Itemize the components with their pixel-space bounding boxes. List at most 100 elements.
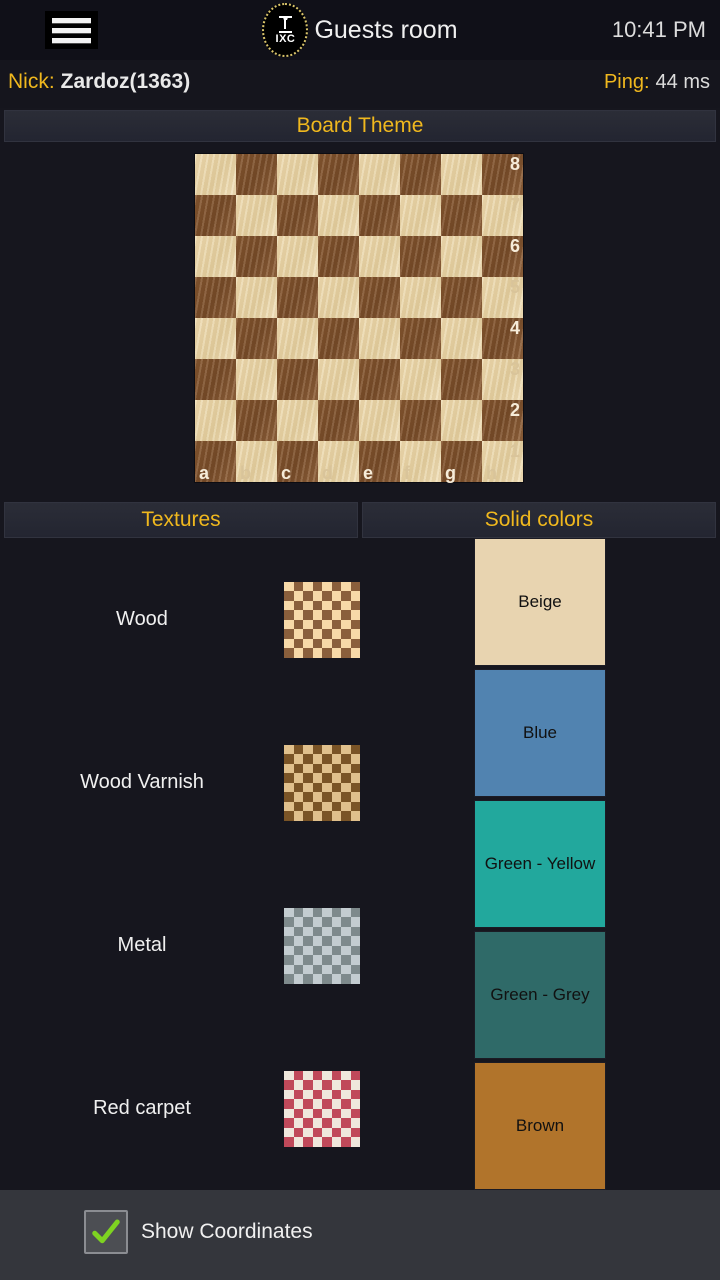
checkbox-box[interactable] (84, 1210, 128, 1254)
thumb-cell (350, 792, 360, 802)
board-square-h7: 7 (482, 195, 523, 236)
texture-thumbnail[interactable] (284, 1070, 360, 1147)
thumb-cell (303, 1099, 313, 1109)
thumb-cell (341, 945, 351, 955)
color-swatch-green-grey[interactable]: Green - Grey (474, 931, 606, 1059)
thumb-cell (293, 782, 303, 792)
board-square-e7 (359, 195, 400, 236)
thumb-cell (303, 792, 313, 802)
board-square-g6 (441, 236, 482, 277)
check-icon (92, 1219, 120, 1244)
board-square-b5 (236, 277, 277, 318)
thumb-cell (331, 629, 341, 639)
tab-textures[interactable]: Textures (4, 502, 358, 538)
thumb-cell (350, 638, 360, 648)
thumb-cell (322, 744, 332, 754)
texture-thumbnail[interactable] (284, 744, 360, 821)
texture-item-metal[interactable]: Metal (0, 864, 400, 1027)
thumb-cell (303, 591, 313, 601)
tab-solid-colors[interactable]: Solid colors (362, 502, 716, 538)
thumb-cell (284, 792, 294, 802)
board-square-a2 (195, 400, 236, 441)
thumb-cell (284, 1127, 294, 1137)
thumb-cell (284, 581, 294, 591)
thumb-cell (312, 917, 322, 927)
board-square-d2 (318, 400, 359, 441)
color-swatch-brown[interactable]: Brown (474, 1062, 606, 1190)
thumb-cell (322, 926, 332, 936)
board-square-a3 (195, 359, 236, 400)
thumb-cell (331, 917, 341, 927)
thumb-cell (341, 782, 351, 792)
thumb-cell (341, 1080, 351, 1090)
thumb-cell (312, 1070, 322, 1080)
board-square-f4 (400, 318, 441, 359)
thumb-cell (312, 773, 322, 783)
thumb-cell (322, 917, 332, 927)
show-coordinates-checkbox[interactable]: Show Coordinates (84, 1210, 313, 1254)
texture-label: Wood (116, 608, 168, 630)
board-square-h3: 3 (482, 359, 523, 400)
thumb-cell (293, 600, 303, 610)
board-square-f1: f (400, 441, 441, 483)
thumb-cell (322, 591, 332, 601)
thumb-cell (341, 907, 351, 917)
file-label-c: c (281, 463, 292, 483)
file-label-e: e (363, 463, 374, 483)
file-label-b: b (240, 463, 251, 483)
color-swatch-blue[interactable]: Blue (474, 669, 606, 797)
thumb-cell (341, 754, 351, 764)
thumb-cell (303, 1118, 313, 1128)
board-square-a1: a (195, 441, 236, 483)
board-square-h4: 4 (482, 318, 523, 359)
thumb-cell (331, 773, 341, 783)
color-swatch-beige[interactable]: Beige (474, 538, 606, 666)
board-square-d6 (318, 236, 359, 277)
thumb-cell (341, 955, 351, 965)
thumb-cell (303, 629, 313, 639)
thumb-cell (284, 744, 294, 754)
rank-label-7: 7 (509, 195, 520, 215)
texture-thumbnail[interactable] (284, 581, 360, 658)
thumb-cell (293, 1089, 303, 1099)
theme-lists: Wood Wood Varnish Metal Red carpet Beige Blu… (0, 538, 720, 1190)
texture-thumbnail[interactable] (284, 907, 360, 984)
thumb-cell (303, 782, 313, 792)
thumb-cell (293, 1127, 303, 1137)
board-preview[interactable]: 8 7 6 5 4 3 2 a b c d e f g 1h (194, 153, 524, 483)
board-square-e6 (359, 236, 400, 277)
thumb-cell (284, 907, 294, 917)
thumb-cell (284, 1070, 294, 1080)
thumb-cell (322, 600, 332, 610)
thumb-cell (322, 792, 332, 802)
rank-label-1: 1 (509, 441, 520, 461)
texture-item-wood-varnish[interactable]: Wood Varnish (0, 701, 400, 864)
board-square-g2 (441, 400, 482, 441)
thumb-cell (350, 782, 360, 792)
board-square-c7 (277, 195, 318, 236)
thumb-cell (350, 907, 360, 917)
thumb-cell (312, 1118, 322, 1128)
texture-item-red-carpet[interactable]: Red carpet (0, 1027, 400, 1190)
thumb-cell (350, 1108, 360, 1118)
thumb-cell (293, 917, 303, 927)
thumb-cell (350, 619, 360, 629)
thumb-cell (312, 581, 322, 591)
thumb-cell (322, 801, 332, 811)
file-label-d: d (322, 463, 333, 483)
thumb-cell (341, 1118, 351, 1128)
board-square-a5 (195, 277, 236, 318)
textures-list: Wood Wood Varnish Metal Red carpet (0, 538, 400, 1190)
color-swatch-label: Green - Grey (490, 985, 590, 1004)
thumb-cell (303, 600, 313, 610)
thumb-cell (312, 600, 322, 610)
board-square-b4 (236, 318, 277, 359)
texture-label: Metal (117, 934, 167, 956)
thumb-cell (293, 955, 303, 965)
texture-item-wood[interactable]: Wood (0, 538, 400, 701)
thumb-cell (303, 917, 313, 927)
thumb-cell (331, 974, 341, 984)
thumb-cell (284, 1137, 294, 1147)
color-swatch-green-yellow[interactable]: Green - Yellow (474, 800, 606, 928)
file-label-h: h (486, 463, 497, 483)
